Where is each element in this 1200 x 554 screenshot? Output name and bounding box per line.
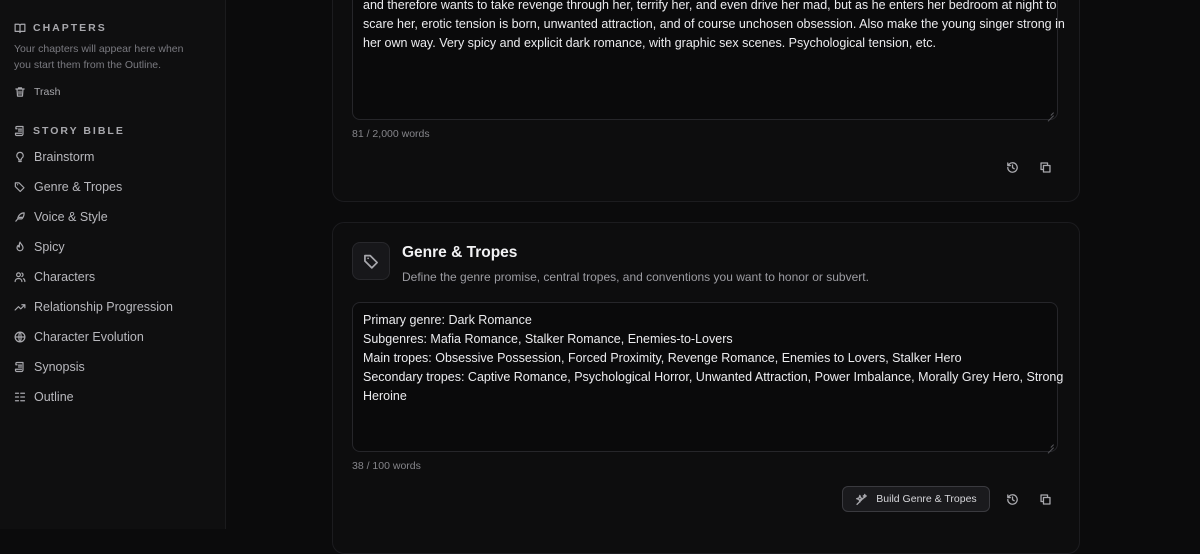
text-line: Main tropes: Obsessive Possession, Force… (363, 351, 962, 365)
users-icon (14, 272, 26, 283)
sidebar-item-characters[interactable]: Characters (14, 268, 95, 286)
sidebar-item-relationship-progression[interactable]: Relationship Progression (14, 298, 173, 316)
lightbulb-icon (16, 151, 24, 163)
text-line: and therefore wants to take revenge thro… (363, 0, 1057, 12)
text-line: scare her, erotic tension is born, unwan… (363, 17, 1065, 31)
sparkles-icon (856, 493, 868, 505)
genre-tropes-textarea[interactable]: Primary genre: Dark Romance Subgenres: M… (352, 302, 1064, 452)
sidebar: CHAPTERS Your chapters will appear here … (0, 0, 226, 529)
chapters-heading-label: CHAPTERS (33, 22, 107, 34)
resize-handle[interactable] (1046, 108, 1054, 116)
genre-word-count: 38 / 100 words (352, 460, 421, 472)
sidebar-item-label: Characters (34, 270, 96, 284)
sidebar-item-spicy[interactable]: Spicy (14, 238, 65, 256)
resize-handle[interactable] (1046, 440, 1054, 448)
sidebar-item-genre-tropes[interactable]: Genre & Tropes (14, 178, 122, 196)
sidebar-item-label: Character Evolution (34, 330, 144, 344)
text-line: Primary genre: Dark Romance (363, 313, 532, 327)
sidebar-item-label: Outline (34, 390, 74, 404)
build-genre-tropes-button[interactable]: Build Genre & Tropes (842, 486, 990, 512)
story-bible-heading: STORY BIBLE (14, 125, 125, 137)
sidebar-item-brainstorm[interactable]: Brainstorm (14, 148, 94, 166)
sidebar-item-label: Genre & Tropes (34, 180, 123, 194)
history-icon (1006, 493, 1018, 505)
feather-icon (15, 212, 25, 222)
sidebar-item-character-evolution[interactable]: Character Evolution (14, 328, 144, 346)
text-line: her own way. Very spicy and explicit dar… (363, 36, 936, 50)
brainstorm-textarea[interactable]: and therefore wants to take revenge thro… (352, 0, 1065, 120)
story-bible-heading-label: STORY BIBLE (33, 125, 125, 137)
text-line: Heroine (363, 389, 407, 403)
sidebar-item-label: Voice & Style (34, 210, 108, 224)
sidebar-item-label: Synopsis (34, 360, 85, 374)
copy-icon (1039, 161, 1051, 173)
genre-badge (352, 242, 390, 280)
sidebar-item-label: Spicy (34, 240, 65, 254)
chapters-hint: Your chapters will appear here when you … (14, 43, 184, 71)
copy-icon (1039, 493, 1051, 505)
globe-icon (14, 331, 26, 343)
text-line: Subgenres: Mafia Romance, Stalker Romanc… (363, 332, 733, 346)
tag-icon (363, 254, 378, 269)
brainstorm-word-count: 81 / 2,000 words (352, 128, 430, 140)
build-button-label: Build Genre & Tropes (876, 493, 977, 505)
sidebar-item-label: Relationship Progression (34, 300, 173, 314)
chapters-heading: CHAPTERS (14, 22, 107, 34)
flame-icon (16, 241, 24, 252)
genre-copy-button[interactable] (1034, 488, 1056, 510)
tag-icon (14, 182, 25, 193)
scroll-icon (14, 125, 24, 137)
history-icon (1006, 161, 1018, 173)
sidebar-item-label: Brainstorm (34, 150, 95, 164)
genre-tropes-title: Genre & Tropes (402, 244, 518, 261)
sidebar-item-trash[interactable]: Trash (14, 83, 60, 101)
sidebar-item-label: Trash (34, 86, 61, 98)
sidebar-item-synopsis[interactable]: Synopsis (14, 358, 85, 376)
trend-icon (14, 304, 26, 311)
brainstorm-copy-button[interactable] (1034, 156, 1056, 178)
sidebar-item-voice-style[interactable]: Voice & Style (14, 208, 108, 226)
sidebar-item-outline[interactable]: Outline (14, 388, 74, 406)
genre-history-button[interactable] (1001, 488, 1023, 510)
brainstorm-history-button[interactable] (1001, 156, 1023, 178)
scroll-icon (14, 361, 24, 373)
list-icon (14, 392, 26, 402)
text-line: Secondary tropes: Captive Romance, Psych… (363, 370, 1064, 384)
trash-icon (15, 87, 25, 97)
book-open-icon (14, 23, 26, 34)
genre-tropes-subtitle: Define the genre promise, central tropes… (402, 270, 869, 284)
